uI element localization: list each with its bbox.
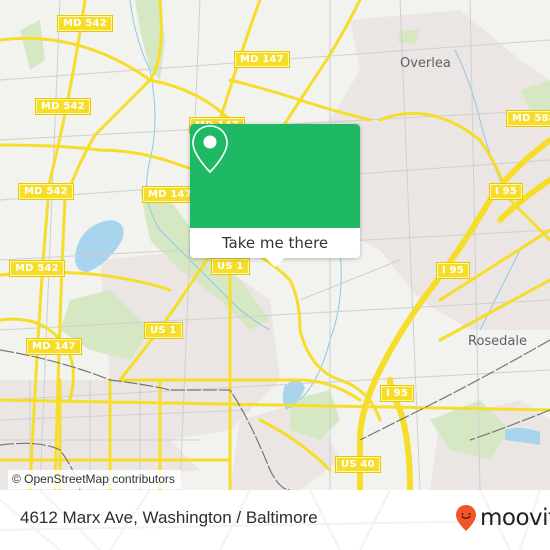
road-shield-md588: MD 588 xyxy=(506,110,550,127)
map-pin-icon xyxy=(192,125,228,174)
place-label-overlea: Overlea xyxy=(400,56,451,71)
road-shield-md147: MD 147 xyxy=(234,51,290,68)
road-shield-us1: US 1 xyxy=(211,258,250,275)
road-shield-md147: MD 147 xyxy=(142,186,198,203)
footer: 4612 Marx Ave, Washington / Baltimore mo… xyxy=(0,490,550,550)
road-shield-md542: MD 542 xyxy=(9,260,65,277)
road-shield-md147: MD 147 xyxy=(26,338,82,355)
road-shield-us1: US 1 xyxy=(144,322,183,339)
road-shield-md542: MD 542 xyxy=(57,15,113,32)
popup-header xyxy=(190,124,360,228)
road-shield-i95: I 95 xyxy=(436,262,470,279)
brand-name: moovit xyxy=(480,505,550,531)
popup-pointer xyxy=(266,258,284,267)
take-me-there-button[interactable]: Take me there xyxy=(190,228,360,258)
road-shield-md542: MD 542 xyxy=(18,183,74,200)
moovit-logo[interactable]: moovit xyxy=(455,504,550,532)
road-shield-i95: I 95 xyxy=(380,385,414,402)
place-label-rosedale: Rosedale xyxy=(468,334,528,349)
address-text: 4612 Marx Ave, Washington / Baltimore xyxy=(20,508,318,527)
road-shield-i95: I 95 xyxy=(489,183,523,200)
moovit-pin-smile-icon xyxy=(456,505,476,531)
road-shield-md542: MD 542 xyxy=(35,98,91,115)
map-view[interactable]: Overlea Rosedale MD 542 MD 542 MD 542 MD… xyxy=(0,0,550,490)
map-attribution[interactable]: © OpenStreetMap contributors xyxy=(8,470,181,489)
location-popup: Take me there xyxy=(190,124,360,267)
road-shield-us40: US 40 xyxy=(335,456,381,473)
